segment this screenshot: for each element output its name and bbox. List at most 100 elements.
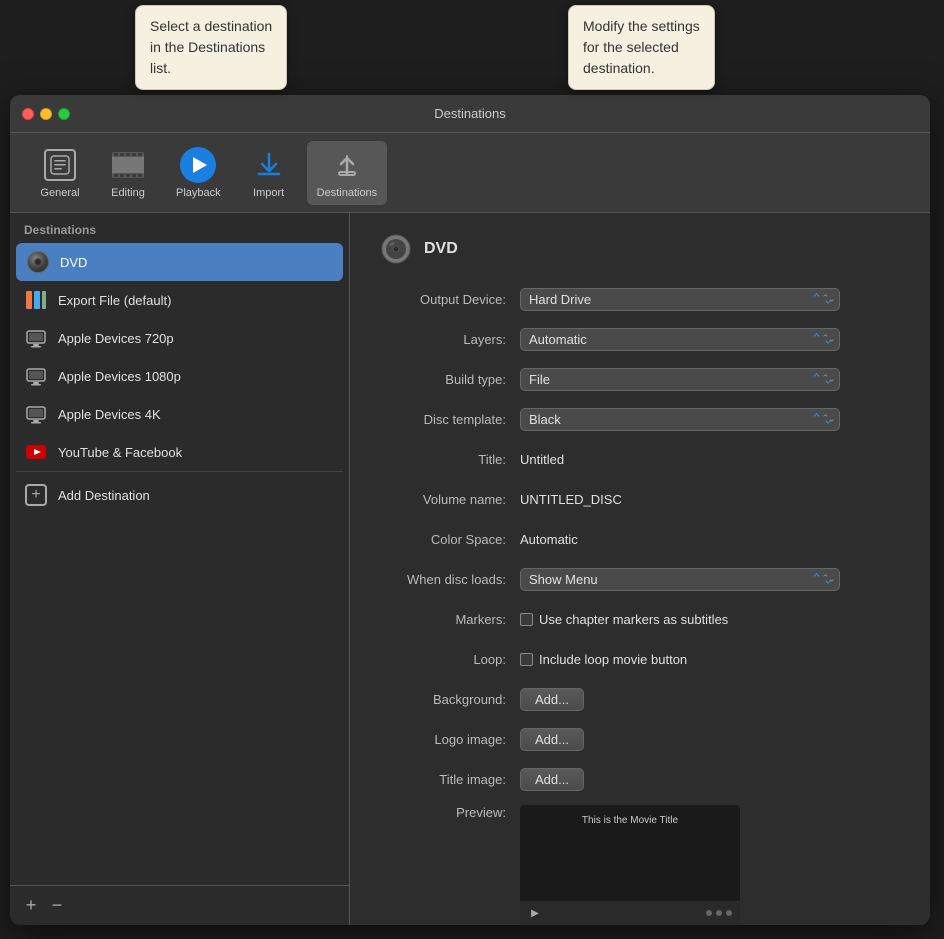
sidebar-item-apple-4k[interactable]: Apple Devices 4K — [10, 395, 349, 433]
field-title: Title: Untitled — [380, 445, 900, 473]
title-image-add-button[interactable]: Add... — [520, 768, 584, 791]
sidebar-item-apple-1080p[interactable]: Apple Devices 1080p — [10, 357, 349, 395]
main-window: Destinations General — [10, 95, 930, 925]
sidebar-list: DVD Export File (default) — [10, 243, 349, 885]
preview-dots — [706, 910, 732, 916]
title-value: Untitled — [520, 452, 900, 467]
toolbar-item-destinations[interactable]: Destinations — [307, 141, 388, 205]
preview-box: This is the Movie Title ▶ — [520, 805, 740, 925]
play-circle-icon — [180, 147, 216, 183]
disc-template-label: Disc template: — [380, 412, 520, 427]
layers-label: Layers: — [380, 332, 520, 347]
field-output-device: Output Device: Hard Drive DVD Burner ⌃⌄ — [380, 285, 900, 313]
add-destination-icon: + — [24, 483, 48, 507]
toolbar-general-label: General — [40, 187, 79, 199]
maximize-button[interactable] — [58, 108, 70, 120]
toolbar-item-import[interactable]: Import — [239, 141, 299, 205]
dvd-main-icon — [380, 233, 412, 265]
sidebar-youtube-label: YouTube & Facebook — [58, 445, 182, 460]
callout-right: Modify the settings for the selected des… — [568, 5, 715, 90]
field-background: Background: Add... — [380, 685, 900, 713]
markers-label: Markers: — [380, 612, 520, 627]
output-device-label: Output Device: — [380, 292, 520, 307]
when-disc-loads-label: When disc loads: — [380, 572, 520, 587]
callout-left-text: Select a destination in the Destinations… — [135, 5, 287, 90]
close-button[interactable] — [22, 108, 34, 120]
field-layers: Layers: Automatic Single Layer Dual Laye… — [380, 325, 900, 353]
remove-destination-button[interactable]: − — [46, 895, 68, 917]
logo-image-label: Logo image: — [380, 732, 520, 747]
color-space-label: Color Space: — [380, 532, 520, 547]
import-icon — [251, 147, 287, 183]
field-when-disc-loads: When disc loads: Show Menu Play Movie ⌃⌄ — [380, 565, 900, 593]
loop-checkbox-label: Include loop movie button — [539, 652, 687, 667]
build-type-select-wrapper: File Disc ⌃⌄ — [520, 368, 840, 391]
export-file-icon — [24, 288, 48, 312]
toolbar-editing-label: Editing — [111, 187, 145, 199]
layers-select-wrapper: Automatic Single Layer Dual Layer ⌃⌄ — [520, 328, 840, 351]
play-triangle-icon — [193, 157, 207, 173]
content-area: Destinations DVD — [10, 213, 930, 925]
preview-play-button[interactable]: ▶ — [528, 906, 542, 920]
background-add-button[interactable]: Add... — [520, 688, 584, 711]
apple-4k-icon — [24, 402, 48, 426]
logo-image-add-button[interactable]: Add... — [520, 728, 584, 751]
volume-name-value: UNTITLED_DISC — [520, 492, 900, 507]
disc-template-select[interactable]: Black White Custom — [520, 408, 840, 431]
sidebar-footer: + − — [10, 885, 349, 925]
editing-icon — [110, 147, 146, 183]
output-device-select[interactable]: Hard Drive DVD Burner — [520, 288, 840, 311]
when-disc-loads-select[interactable]: Show Menu Play Movie — [520, 568, 840, 591]
field-markers: Markers: Use chapter markers as subtitle… — [380, 605, 900, 633]
field-build-type: Build type: File Disc ⌃⌄ — [380, 365, 900, 393]
add-icon-shape: + — [25, 484, 47, 506]
traffic-lights — [22, 108, 70, 120]
sidebar-add-label: Add Destination — [58, 488, 150, 503]
general-icon-shape — [44, 149, 76, 181]
sidebar-4k-label: Apple Devices 4K — [58, 407, 161, 422]
field-disc-template: Disc template: Black White Custom ⌃⌄ — [380, 405, 900, 433]
markers-checkbox[interactable] — [520, 613, 533, 626]
destinations-icon — [329, 147, 365, 183]
color-space-value: Automatic — [520, 532, 900, 547]
sidebar-1080p-label: Apple Devices 1080p — [58, 369, 181, 384]
apple-720p-icon — [24, 326, 48, 350]
sidebar-separator — [16, 471, 343, 472]
loop-checkbox[interactable] — [520, 653, 533, 666]
dvd-header: DVD — [380, 233, 900, 265]
sidebar-item-export-file[interactable]: Export File (default) — [10, 281, 349, 319]
sidebar-item-dvd[interactable]: DVD — [16, 243, 343, 281]
field-volume-name: Volume name: UNTITLED_DISC — [380, 485, 900, 513]
toolbar-item-editing[interactable]: Editing — [98, 141, 158, 205]
layers-select[interactable]: Automatic Single Layer Dual Layer — [520, 328, 840, 351]
minimize-button[interactable] — [40, 108, 52, 120]
add-destination-button[interactable]: + — [20, 895, 42, 917]
callout-right-text: Modify the settings for the selected des… — [568, 5, 715, 90]
sidebar-item-apple-720p[interactable]: Apple Devices 720p — [10, 319, 349, 357]
sidebar-item-add[interactable]: + Add Destination — [10, 476, 349, 514]
field-loop: Loop: Include loop movie button — [380, 645, 900, 673]
markers-checkbox-label: Use chapter markers as subtitles — [539, 612, 728, 627]
toolbar-import-label: Import — [253, 187, 284, 199]
toolbar: General — [10, 133, 930, 213]
when-disc-loads-select-wrapper: Show Menu Play Movie ⌃⌄ — [520, 568, 840, 591]
sidebar: Destinations DVD — [10, 213, 350, 925]
youtube-icon — [24, 440, 48, 464]
loop-label: Loop: — [380, 652, 520, 667]
markers-checkbox-row: Use chapter markers as subtitles — [520, 612, 728, 627]
toolbar-destinations-label: Destinations — [317, 187, 378, 199]
sidebar-item-youtube[interactable]: YouTube & Facebook — [10, 433, 349, 471]
toolbar-item-general[interactable]: General — [30, 141, 90, 205]
field-color-space: Color Space: Automatic — [380, 525, 900, 553]
disc-icon-shape — [27, 251, 49, 273]
preview-dot-1 — [706, 910, 712, 916]
title-label: Title: — [380, 452, 520, 467]
preview-dot-2 — [716, 910, 722, 916]
dvd-icon — [26, 250, 50, 274]
sidebar-720p-label: Apple Devices 720p — [58, 331, 174, 346]
output-device-select-wrapper: Hard Drive DVD Burner ⌃⌄ — [520, 288, 840, 311]
build-type-select[interactable]: File Disc — [520, 368, 840, 391]
background-label: Background: — [380, 692, 520, 707]
loop-checkbox-row: Include loop movie button — [520, 652, 687, 667]
toolbar-item-playback[interactable]: Playback — [166, 141, 231, 205]
